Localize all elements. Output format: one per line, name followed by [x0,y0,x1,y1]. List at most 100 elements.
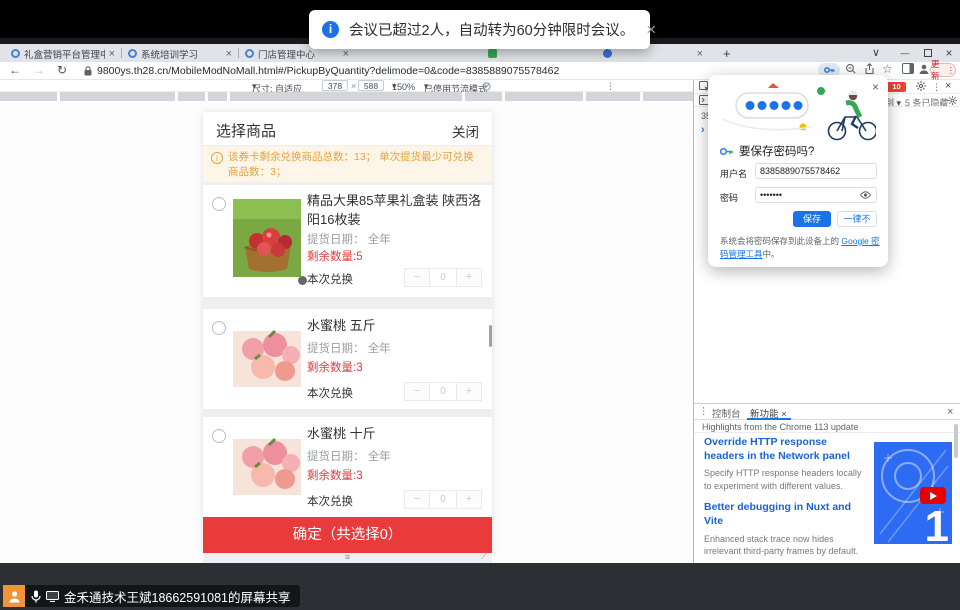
screen-share-band: 金禾通技术王斌18662591081的屏幕共享 [0,563,960,610]
stepper-minus-button[interactable]: − [404,268,430,287]
back-icon[interactable]: ← [9,63,21,77]
exchange-label: 本次兑换 [307,493,353,509]
drawer-scrollbar[interactable] [954,424,958,544]
whats-new-content: Override HTTP response headers in the Ne… [704,436,864,581]
address-bar[interactable]: 9800ys.th28.cn/MobileModNoMall.html#/Pic… [97,65,559,77]
product-pickup-date: 提货日期： 全年 [307,340,391,356]
meeting-notification: i 会议已超过2人，自动转为60分钟限时会议。 × [309,10,650,49]
devtools-drawer: ⋮ 控制台 新功能 × × Highlights from the Chrome… [694,403,960,563]
quota-notice: i 该券卡剩余兑换商品总数：13； 单次提货最少可兑换商品数：3； [203,146,492,182]
chrome-update-button[interactable]: 更新 ⋮ [930,63,956,77]
device-height-input[interactable] [358,80,384,91]
product-image-apples [233,199,301,277]
device-more-icon[interactable]: ⋮ [606,81,615,92]
profile-avatar-icon[interactable] [918,63,930,75]
new-tab-button[interactable]: + [723,46,731,61]
meeting-notification-text: 会议已超过2人，自动转为60分钟限时会议。 [349,19,634,40]
browser-tab-2[interactable]: 系统培训学习 × [123,45,237,62]
console-settings-icon[interactable] [948,96,957,105]
product-remaining: 剩余数量:5 [307,248,363,264]
share-icon[interactable] [864,63,875,75]
browser-tab-1[interactable]: 礼盒营销平台管理中心 × [6,45,120,62]
product-radio[interactable] [212,197,226,211]
whats-new-link[interactable]: Override HTTP response headers in the Ne… [704,436,864,463]
drawer-more-icon[interactable]: ⋮ [699,406,709,417]
devtools-more-icon[interactable]: ⋮ [932,82,941,93]
devtools-settings-icon[interactable] [916,81,926,91]
whats-new-text: Enhanced stack trace now hides irrelevan… [704,533,864,558]
device-throttling-select[interactable]: 已停用节流模式 ▾ [424,81,429,92]
microphone-icon [31,590,41,603]
modal-header: 选择商品 关闭 [203,112,492,146]
tab-favicon [128,49,137,58]
confirm-button[interactable]: 确定（共选择0） [203,517,492,553]
product-pickup-date: 提货日期： 全年 [307,448,391,464]
screen-share-label-pill: 金禾通技术王斌18662591081的屏幕共享 [25,585,300,607]
tab-search-icon[interactable]: ∨ [868,44,884,62]
modal-scrollbar-thumb[interactable] [489,325,492,347]
whats-new-link[interactable]: Better debugging in Nuxt and Vite [704,501,864,528]
page-background-bar [0,92,693,101]
whats-new-header: Highlights from the Chrome 113 update [694,420,960,433]
never-button[interactable]: 一律不 [837,211,877,227]
notification-close-icon[interactable]: × [646,21,656,38]
tab-separator [121,48,122,58]
forward-icon[interactable]: → [33,63,45,77]
stepper-minus-button[interactable]: − [404,490,430,509]
bookmark-star-icon[interactable]: ☆ [882,62,893,76]
window-minimize-button[interactable]: — [897,44,913,62]
tab-close-icon[interactable]: × [697,49,703,59]
username-field[interactable] [755,163,877,179]
product-radio[interactable] [212,429,226,443]
whats-new-graphic: 1 [874,442,952,544]
drag-handle[interactable]: ≡ [203,553,492,563]
device-size-select[interactable]: 尺寸: 自适应 ▾ [252,81,257,92]
stepper-minus-button[interactable]: − [404,382,430,401]
show-password-eye-icon[interactable] [860,191,871,199]
tab-favicon [245,49,254,58]
tab-close-icon[interactable]: × [109,49,115,59]
zoom-out-icon[interactable] [845,63,857,75]
stepper-plus-button[interactable]: + [456,490,482,509]
tab-title: 系统培训学习 [141,47,222,61]
tab-favicon [488,49,497,58]
whats-new-text: Specify HTTP response headers locally to… [704,467,864,492]
drawer-close-icon[interactable]: × [947,406,953,418]
remote-cursor-dot [298,276,307,285]
chrome-version-numeral: 1 [925,502,949,544]
tab-close-icon[interactable]: × [343,49,349,59]
stepper-quantity[interactable]: 0 [430,268,456,287]
stepper-plus-button[interactable]: + [456,382,482,401]
tab-console[interactable]: 控制台 [712,406,741,420]
product-card: 水蜜桃 五斤 提货日期： 全年 剩余数量:3 本次兑换 − 0 + [203,309,492,409]
screen-share-label: 金禾通技术王斌18662591081的屏幕共享 [64,587,290,606]
stepper-quantity[interactable]: 0 [430,382,456,401]
stepper-plus-button[interactable]: + [456,268,482,287]
product-radio[interactable] [212,321,226,335]
save-button[interactable]: 保存 [793,211,831,227]
reload-icon[interactable]: ↻ [57,63,67,77]
modal-close-button[interactable]: 关闭 [452,121,479,141]
side-panel-icon[interactable] [902,63,914,74]
chrome-menu-icon: ⋮ [947,65,956,76]
console-prompt-icon[interactable]: › [701,124,705,136]
stepper-quantity[interactable]: 0 [430,490,456,509]
error-count-badge[interactable]: 10 [887,82,906,92]
window-maximize-button[interactable] [924,49,932,57]
dialog-footer-text: 系统会将密码保存到此设备上的 Google 密码管理工具中。 [720,235,880,261]
modal-title: 选择商品 [216,120,276,141]
drawer-tabbar: ⋮ 控制台 新功能 × × [694,404,960,420]
signal-icon [482,82,491,91]
save-password-dialog: × 要保存密码吗? 用户名 [708,75,888,267]
resize-corner-icon[interactable]: ⟋ [481,551,487,562]
info-icon: i [211,152,223,164]
product-remaining: 剩余数量:3 [307,359,363,375]
product-title: 精品大果85苹果礼盒装 陕西洛阳16枚装 [307,192,484,230]
password-field[interactable] [755,187,877,203]
device-zoom-select[interactable]: 150% ▾ [392,81,397,92]
google-key-icon [720,147,733,156]
device-width-input[interactable] [322,80,348,91]
dimension-times-label: × [351,81,356,91]
tab-close-icon[interactable]: × [226,49,232,59]
devtools-close-icon[interactable]: × [945,80,951,92]
